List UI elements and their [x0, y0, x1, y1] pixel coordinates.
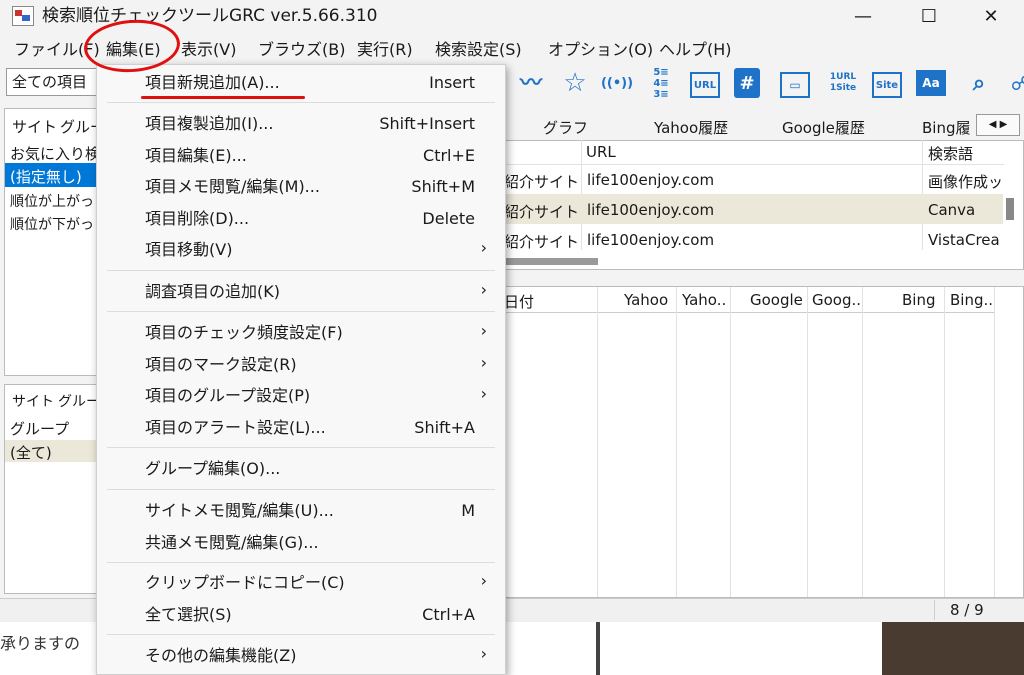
minimize-button[interactable]: —: [840, 0, 886, 32]
menu-item-copy-clipboard[interactable]: クリップボードにコピー(C) ›: [97, 568, 505, 598]
background-text: 承りますの: [0, 634, 81, 653]
chevron-right-icon: ›: [480, 571, 487, 590]
graph-line-icon[interactable]: 〰: [516, 68, 546, 98]
rank-list-icon[interactable]: 5≡ 4≡ 3≡: [646, 67, 676, 100]
menu-item-move[interactable]: 項目移動(V) ›: [97, 235, 505, 265]
menu-item-group-edit[interactable]: グループ編集(O)...: [97, 454, 505, 484]
item-filter-value: 全ての項目: [12, 73, 88, 91]
url-icon[interactable]: URL: [690, 72, 720, 98]
group-item[interactable]: (全て): [10, 442, 52, 463]
menu-item-common-memo[interactable]: 共通メモ閲覧/編集(G)...: [97, 528, 505, 558]
background-page-right: [506, 622, 882, 675]
star-icon[interactable]: ☆: [560, 68, 590, 98]
history-header-yahoo-change[interactable]: Yaho..: [682, 291, 726, 309]
app-icon: [12, 6, 34, 26]
menu-item-select-all[interactable]: 全て選択(S) Ctrl+A: [97, 600, 505, 630]
menu-options[interactable]: オプション(O): [548, 38, 653, 62]
menu-item-group[interactable]: 項目のグループ設定(P) ›: [97, 381, 505, 411]
left-tab-site[interactable]: サイト: [12, 116, 57, 137]
close-button[interactable]: ✕: [968, 0, 1014, 32]
menu-item-memo[interactable]: 項目メモ閲覧/編集(M)... Shift+M: [97, 172, 505, 202]
search-icon[interactable]: ⌕: [964, 68, 994, 98]
chevron-right-icon: ›: [480, 238, 487, 257]
chevron-right-icon: ›: [480, 384, 487, 403]
group-header: グループ: [10, 420, 70, 438]
list-item[interactable]: (指定無し): [10, 166, 82, 187]
bottom-tab-group[interactable]: グルー: [58, 391, 100, 411]
table-cell-url[interactable]: life100enjoy.com: [587, 171, 714, 189]
history-header-google[interactable]: Google: [750, 291, 803, 309]
history-header-date[interactable]: 日付: [504, 291, 534, 312]
menu-item-check-frequency[interactable]: 項目のチェック頻度設定(F) ›: [97, 318, 505, 348]
window-icon[interactable]: ▭: [780, 72, 810, 98]
font-icon[interactable]: Aa: [916, 70, 946, 96]
table-cell-keyword[interactable]: VistaCrea: [928, 231, 1000, 249]
left-lower-pane: [4, 384, 104, 594]
history-header-bing[interactable]: Bing: [902, 291, 936, 309]
menu-run[interactable]: 実行(R): [357, 38, 413, 62]
menu-item-other-edit[interactable]: その他の編集機能(Z) ›: [97, 641, 505, 671]
column-header-keyword[interactable]: 検索語: [928, 143, 973, 164]
history-header-google-change[interactable]: Goog..: [812, 291, 861, 309]
menu-help[interactable]: ヘルプ(H): [659, 38, 732, 62]
bottom-tab-site[interactable]: サイト: [12, 391, 54, 411]
list-item[interactable]: 順位が下がっ: [10, 214, 94, 234]
list-item[interactable]: 順位が上がっ: [10, 191, 94, 211]
horizontal-scrollbar-thumb[interactable]: [506, 258, 598, 265]
tab-yahoo-history[interactable]: Yahoo履歴: [654, 117, 728, 138]
chevron-right-icon: ›: [480, 321, 487, 340]
table-cell-keyword[interactable]: 画像作成ッ: [928, 171, 1003, 192]
broadcast-icon[interactable]: ((•)): [601, 68, 633, 98]
table-cell-category: 紹介サイト: [504, 233, 580, 251]
menu-item-delete[interactable]: 項目削除(D)... Delete: [97, 204, 505, 234]
chevron-right-icon: ›: [480, 644, 487, 663]
table-cell-url[interactable]: life100enjoy.com: [587, 231, 714, 249]
chevron-right-icon: ›: [480, 353, 487, 372]
table-cell-url[interactable]: life100enjoy.com: [587, 201, 714, 219]
window-title: 検索順位チェックツールGRC ver.5.66.310: [42, 6, 378, 26]
edit-menu-dropdown: 項目新規追加(A)... Insert 項目複製追加(I)... Shift+Ins…: [96, 64, 506, 675]
menu-search-settings[interactable]: 検索設定(S): [435, 38, 522, 62]
status-count: 8 / 9: [950, 601, 984, 619]
tab-bing-history[interactable]: Bing履: [922, 117, 971, 138]
annotation-underline: [141, 96, 305, 99]
menu-browse[interactable]: ブラウズ(B): [258, 38, 345, 62]
tab-graph[interactable]: グラフ: [543, 117, 588, 138]
menu-item-duplicate[interactable]: 項目複製追加(I)... Shift+Insert: [97, 109, 505, 139]
column-header-url[interactable]: URL: [586, 143, 616, 161]
maximize-button[interactable]: ☐: [906, 0, 952, 32]
history-header-yahoo[interactable]: Yahoo: [624, 291, 668, 309]
hash-tag-icon[interactable]: #: [734, 68, 760, 98]
menu-view[interactable]: 表示(V): [181, 38, 236, 62]
history-grid: [500, 286, 1024, 598]
background-image: [882, 622, 1024, 675]
menu-item-new-item[interactable]: 項目新規追加(A)... Insert: [97, 68, 505, 98]
table-cell-category: 紹介サイト: [504, 173, 580, 191]
tab-scroll-arrows[interactable]: ◀ ▶: [976, 114, 1020, 136]
menu-item-mark[interactable]: 項目のマーク設定(R) ›: [97, 350, 505, 380]
chevron-right-icon: ›: [480, 280, 487, 299]
table-cell-category: 紹介サイト: [504, 203, 580, 221]
menu-item-alert[interactable]: 項目のアラート設定(L)... Shift+A: [97, 413, 505, 443]
vertical-scrollbar-thumb[interactable]: [1006, 198, 1014, 220]
tab-google-history[interactable]: Google履歴: [782, 117, 865, 138]
menu-item-edit[interactable]: 項目編集(E)... Ctrl+E: [97, 141, 505, 171]
menu-item-site-memo[interactable]: サイトメモ閲覧/編集(U)... M: [97, 496, 505, 526]
more-icon[interactable]: ☍: [1006, 68, 1024, 98]
site-icon[interactable]: Site: [872, 72, 902, 98]
history-header-bing-change[interactable]: Bing..: [950, 291, 993, 309]
1url-1site-icon[interactable]: 1URL 1Site: [828, 68, 858, 98]
table-cell-keyword[interactable]: Canva: [928, 201, 975, 219]
menu-item-add-survey[interactable]: 調査項目の追加(K) ›: [97, 277, 505, 307]
background-divider: [596, 622, 600, 675]
